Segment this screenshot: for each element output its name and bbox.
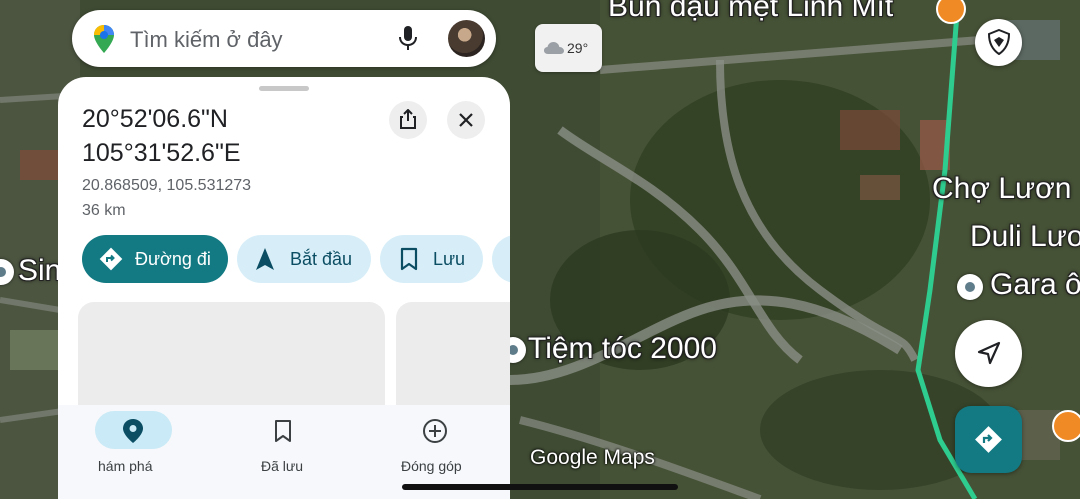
save-label: Lưu: [433, 249, 466, 269]
place-pin-icon[interactable]: [957, 274, 983, 300]
bookmark-icon[interactable]: [274, 419, 292, 443]
nav-saved-label[interactable]: Đã lưu: [261, 458, 303, 474]
add-circle-icon[interactable]: [422, 418, 448, 444]
share-icon: [400, 109, 416, 129]
directions-icon: [975, 426, 1002, 453]
home-indicator[interactable]: [402, 484, 678, 490]
directions-label: Đường đi: [135, 249, 211, 269]
directions-icon: [99, 247, 123, 271]
map-label-gara[interactable]: Gara ô: [990, 268, 1080, 302]
decimal-coordinates: 20.868509, 105.531273: [82, 177, 252, 194]
share-button[interactable]: [389, 101, 427, 139]
start-button[interactable]: Bắt đầu: [237, 235, 371, 283]
save-button[interactable]: Lưu: [380, 235, 483, 283]
distance: 36 km: [82, 202, 126, 219]
directions-fab[interactable]: [955, 406, 1022, 473]
navigation-arrow-icon: [977, 341, 1001, 365]
cloud-icon: [544, 42, 564, 54]
bookmark-icon: [400, 247, 418, 271]
directions-button[interactable]: Đường đi: [82, 235, 228, 283]
cafe-pin-icon[interactable]: [1052, 410, 1080, 442]
location-pin-icon: [123, 419, 143, 443]
close-icon: [459, 113, 473, 127]
search-input[interactable]: Tìm kiếm ở đây: [130, 27, 283, 53]
place-bottom-sheet: 20°52'06.6"N 105°31'52.6"E 20.868509, 10…: [58, 77, 510, 499]
map-label-sin[interactable]: Sin: [18, 254, 61, 288]
navigation-icon: [256, 248, 274, 270]
nav-explore-label[interactable]: hám phá: [98, 458, 152, 474]
weather-chip[interactable]: 29°: [535, 24, 602, 72]
microphone-icon[interactable]: [399, 26, 417, 52]
more-actions-chip[interactable]: [492, 235, 510, 283]
latitude-dms: 20°52'06.6"N: [82, 105, 228, 133]
layers-button[interactable]: [975, 19, 1022, 66]
avatar[interactable]: [448, 20, 485, 57]
google-maps-attribution: Google Maps: [530, 446, 655, 469]
longitude-dms: 105°31'52.6"E: [82, 139, 241, 167]
nav-contribute-label[interactable]: Đóng góp: [401, 458, 462, 474]
google-maps-logo-icon: [94, 25, 114, 53]
drag-handle[interactable]: [259, 86, 309, 91]
map-label-bun-dau[interactable]: Bún đậu mẹt Linh Mít: [608, 0, 893, 24]
temperature: 29°: [567, 40, 589, 56]
map-label-duli[interactable]: Duli Lươ: [970, 220, 1080, 254]
my-location-button[interactable]: [955, 320, 1022, 387]
map-label-tiem-toc[interactable]: Tiệm tóc 2000: [528, 332, 717, 366]
close-button[interactable]: [447, 101, 485, 139]
map-label-cho-luong[interactable]: Chợ Lươn: [932, 172, 1071, 206]
nav-explore[interactable]: [95, 411, 172, 449]
start-label: Bắt đầu: [290, 249, 353, 269]
search-bar[interactable]: Tìm kiếm ở đây: [72, 10, 496, 67]
shield-icon: [987, 29, 1011, 55]
